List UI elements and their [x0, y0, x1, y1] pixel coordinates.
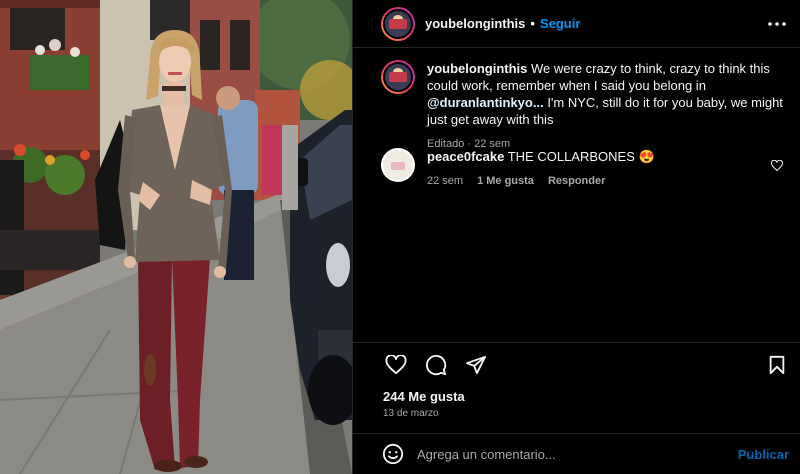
post-dialog: youbelonginthis • Seguir youbelonginthis… [0, 0, 800, 474]
comment-item: peace0fcake THE COLLARBONES 😍 22 sem 1 M… [381, 148, 791, 187]
comment-input[interactable] [417, 446, 717, 462]
post-actions [383, 352, 489, 378]
post-photo[interactable] [0, 0, 352, 474]
comment-meta: 22 sem 1 Me gusta Responder [427, 175, 655, 187]
comment-icon[interactable] [423, 352, 449, 378]
heart-icon[interactable] [383, 352, 409, 378]
actions-divider [353, 342, 800, 343]
comment-heart-icon[interactable] [770, 159, 784, 175]
likes-count[interactable]: 244 Me gusta [383, 389, 465, 404]
comment-likes[interactable]: 1 Me gusta [477, 175, 534, 187]
author-username[interactable]: youbelonginthis [425, 16, 525, 31]
post-caption: youbelonginthis We were crazy to think, … [381, 60, 791, 150]
street-photo-illustration [0, 0, 352, 474]
commenter-avatar[interactable] [381, 148, 415, 182]
separator-dot: • [530, 16, 535, 31]
comment-body: THE COLLARBONES 😍 [504, 149, 655, 164]
commenter-username[interactable]: peace0fcake [427, 149, 504, 164]
caption-mention-link[interactable]: @duranlantinkyo... [427, 95, 544, 110]
post-date: 13 de marzo [383, 408, 439, 419]
post-header: youbelonginthis • Seguir [353, 0, 800, 48]
comment-time: 22 sem [427, 175, 464, 187]
author-avatar[interactable] [381, 6, 415, 41]
comment-text: peace0fcake THE COLLARBONES 😍 [427, 148, 655, 165]
publish-button[interactable]: Publicar [738, 447, 789, 462]
emoji-icon[interactable] [381, 442, 405, 466]
caption-author-avatar[interactable] [381, 60, 415, 94]
caption-username[interactable]: youbelonginthis [427, 61, 527, 76]
reply-button[interactable]: Responder [548, 175, 605, 187]
share-icon[interactable] [463, 352, 489, 378]
follow-button[interactable]: Seguir [540, 16, 580, 31]
comment-composer: Publicar [353, 433, 800, 474]
more-options-icon[interactable] [767, 14, 787, 34]
caption-text: youbelonginthis We were crazy to think, … [427, 60, 787, 128]
bookmark-icon[interactable] [764, 352, 790, 378]
post-side-panel: youbelonginthis • Seguir youbelonginthis… [352, 0, 800, 474]
